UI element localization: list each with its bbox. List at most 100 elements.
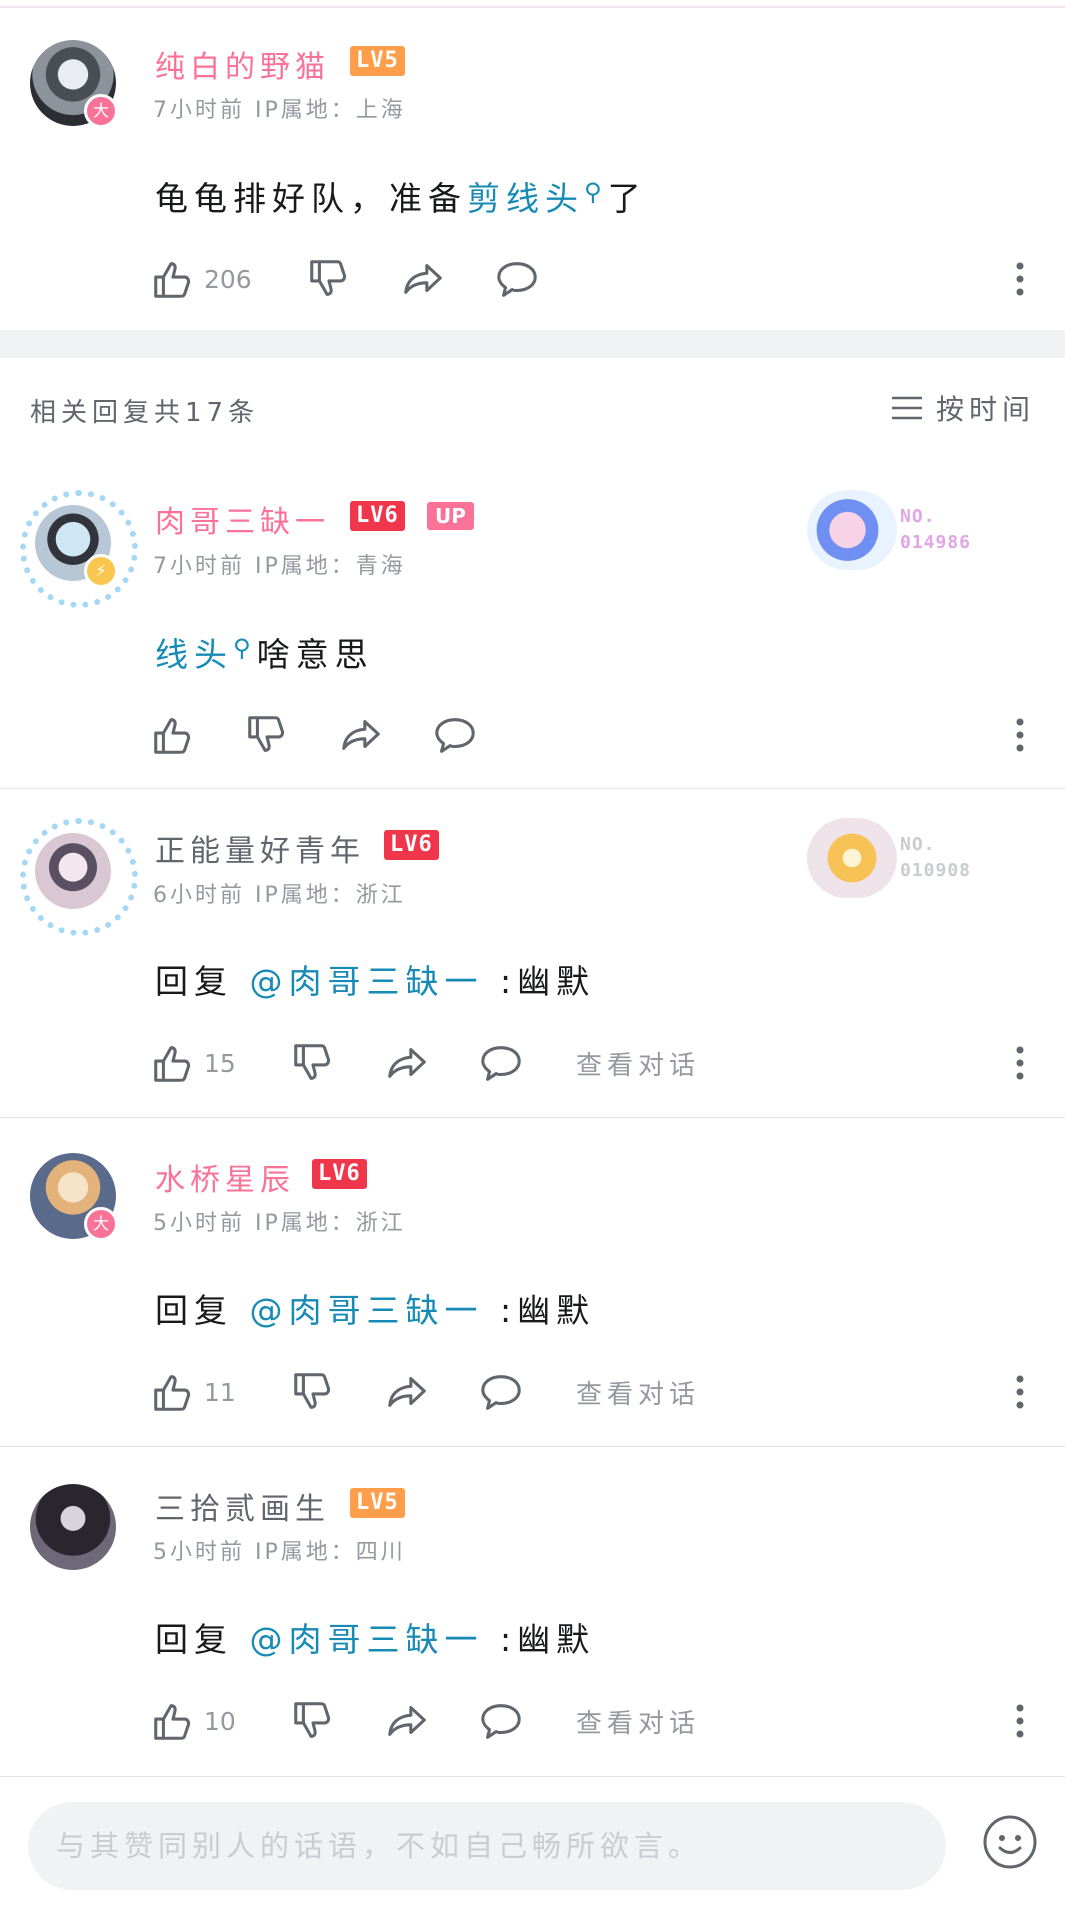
view-dialog-link[interactable]: 查看对话 bbox=[576, 1038, 700, 1088]
mention-link[interactable]: @肉哥三缺一 bbox=[250, 1291, 484, 1330]
dislike-button[interactable] bbox=[290, 1367, 336, 1417]
avatar[interactable] bbox=[30, 1484, 116, 1570]
fan-number: NO. 014986 bbox=[900, 504, 971, 556]
reply-button[interactable] bbox=[478, 1367, 524, 1417]
comment-meta: 7小时前 IP属地：上海 bbox=[153, 98, 406, 123]
reply-prefix: 回复 bbox=[155, 962, 250, 1001]
reply-button[interactable] bbox=[478, 1696, 524, 1746]
username[interactable]: 水桥星辰 bbox=[155, 1155, 295, 1199]
reply-prefix: 回复 bbox=[155, 1291, 250, 1330]
search-icon[interactable]: ⚲ bbox=[584, 178, 608, 206]
comment-text-body: :幽默 bbox=[483, 1291, 596, 1330]
mention-link[interactable]: @肉哥三缺一 bbox=[250, 962, 484, 1001]
lightning-badge-icon: ⚡ bbox=[84, 554, 118, 588]
share-button[interactable] bbox=[384, 1696, 430, 1746]
vip-badge-icon: 大 bbox=[84, 94, 118, 128]
like-icon bbox=[150, 1369, 196, 1415]
level-badge: LV5 bbox=[350, 46, 405, 76]
reply-count: 相关回复共17条 bbox=[30, 398, 260, 428]
comment-input[interactable] bbox=[28, 1802, 946, 1890]
like-count: 15 bbox=[204, 1048, 236, 1078]
like-button[interactable]: 206 bbox=[150, 254, 252, 304]
share-icon bbox=[384, 1040, 430, 1086]
level-badge: LV6 bbox=[350, 501, 405, 531]
more-icon[interactable] bbox=[1010, 710, 1030, 760]
comment-actions: 10 查看对话 bbox=[150, 1696, 1030, 1746]
more-icon[interactable] bbox=[1010, 1367, 1030, 1417]
fan-number-label: NO. bbox=[900, 506, 936, 527]
avatar[interactable] bbox=[20, 818, 138, 936]
comment-input-bar bbox=[0, 1776, 1065, 1915]
more-icon[interactable] bbox=[1010, 1696, 1030, 1746]
avatar[interactable]: 大 bbox=[30, 1153, 118, 1241]
reply-icon bbox=[432, 712, 478, 758]
share-button[interactable] bbox=[338, 710, 384, 760]
comment-text: 回复 @肉哥三缺一 :幽默 bbox=[155, 955, 595, 1003]
top-divider bbox=[0, 6, 1065, 8]
search-link[interactable]: 剪线头 bbox=[467, 179, 584, 218]
comment-text: 回复 @肉哥三缺一 :幽默 bbox=[155, 1613, 595, 1661]
sort-button[interactable]: 按时间 bbox=[890, 388, 1035, 428]
fan-number-value: 010908 bbox=[900, 860, 972, 881]
like-button[interactable]: 15 bbox=[150, 1038, 236, 1088]
like-button[interactable]: 11 bbox=[150, 1367, 236, 1417]
reply-button[interactable] bbox=[432, 710, 478, 760]
view-dialog-link[interactable]: 查看对话 bbox=[576, 1367, 700, 1417]
comment-text-body: :幽默 bbox=[483, 962, 596, 1001]
share-icon bbox=[384, 1698, 430, 1744]
username[interactable]: 三拾贰画生 bbox=[155, 1484, 330, 1528]
fan-medal[interactable]: NO. 010908 bbox=[807, 818, 997, 898]
comment-text: 线头⚲啥意思 bbox=[155, 628, 374, 676]
share-icon bbox=[400, 256, 446, 302]
more-icon[interactable] bbox=[1010, 1038, 1030, 1088]
mention-link[interactable]: @肉哥三缺一 bbox=[250, 1620, 484, 1659]
like-button[interactable] bbox=[150, 710, 196, 760]
share-button[interactable] bbox=[400, 254, 446, 304]
share-button[interactable] bbox=[384, 1367, 430, 1417]
divider bbox=[0, 1776, 1065, 1777]
like-icon bbox=[150, 1040, 196, 1086]
reply-icon bbox=[478, 1369, 524, 1415]
search-link[interactable]: 线头 bbox=[155, 635, 233, 674]
like-count: 11 bbox=[204, 1377, 236, 1407]
reply-button[interactable] bbox=[494, 254, 540, 304]
username[interactable]: 纯白的野猫 bbox=[155, 42, 330, 86]
dislike-button[interactable] bbox=[290, 1696, 336, 1746]
divider bbox=[0, 1446, 1065, 1447]
level-badge: LV6 bbox=[312, 1159, 367, 1189]
divider bbox=[0, 1117, 1065, 1118]
fan-medal-image bbox=[807, 490, 897, 570]
search-icon[interactable]: ⚲ bbox=[233, 634, 257, 662]
share-icon bbox=[384, 1369, 430, 1415]
avatar[interactable]: 大 bbox=[30, 40, 118, 128]
comment-actions bbox=[150, 710, 1030, 760]
comment-meta: 5小时前 IP属地：浙江 bbox=[153, 1211, 406, 1236]
dislike-button[interactable] bbox=[306, 254, 352, 304]
sort-icon bbox=[891, 396, 922, 420]
comment-text-before: 龟龟排好队，准备 bbox=[155, 179, 467, 218]
view-dialog-link[interactable]: 查看对话 bbox=[576, 1696, 700, 1746]
dislike-icon bbox=[306, 256, 352, 302]
username[interactable]: 肉哥三缺一 bbox=[155, 497, 330, 541]
fan-medal[interactable]: NO. 014986 bbox=[807, 490, 997, 570]
fan-medal-image bbox=[807, 818, 897, 898]
share-button[interactable] bbox=[384, 1038, 430, 1088]
avatar[interactable]: ⚡ bbox=[20, 490, 138, 608]
sort-label: 按时间 bbox=[935, 393, 1035, 426]
emoji-icon[interactable] bbox=[982, 1814, 1038, 1870]
reply-icon bbox=[478, 1698, 524, 1744]
more-icon[interactable] bbox=[1010, 254, 1030, 304]
comment-meta: 6小时前 IP属地：浙江 bbox=[153, 883, 406, 908]
avatar-image bbox=[35, 833, 111, 909]
dislike-button[interactable] bbox=[244, 710, 290, 760]
reply-icon bbox=[478, 1040, 524, 1086]
dislike-button[interactable] bbox=[290, 1038, 336, 1088]
username[interactable]: 正能量好青年 bbox=[155, 826, 365, 870]
reply-button[interactable] bbox=[478, 1038, 524, 1088]
fan-number: NO. 010908 bbox=[900, 832, 971, 884]
like-button[interactable]: 10 bbox=[150, 1696, 236, 1746]
like-icon bbox=[150, 256, 196, 302]
section-gap bbox=[0, 330, 1065, 358]
comment-text-body: 啥意思 bbox=[256, 635, 374, 674]
fan-number-label: NO. bbox=[900, 834, 936, 855]
